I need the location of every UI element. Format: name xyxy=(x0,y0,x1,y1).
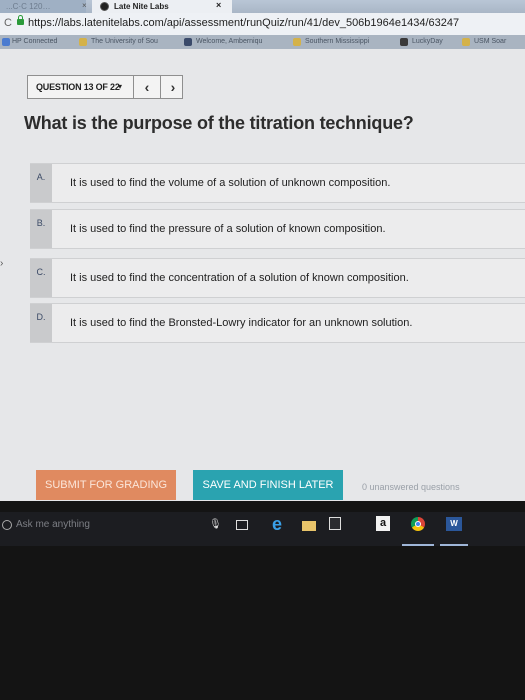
usm-icon xyxy=(293,38,301,46)
lock-icon xyxy=(17,15,24,25)
answer-option-b[interactable]: B. It is used to find the pressure of a … xyxy=(30,209,525,249)
divider xyxy=(160,76,161,98)
question-text: What is the purpose of the titration tec… xyxy=(24,113,414,133)
task-view-icon[interactable] xyxy=(236,520,248,530)
late-nite-labs-favicon-icon xyxy=(100,2,109,11)
close-tab-icon[interactable]: × xyxy=(82,1,87,10)
unanswered-count: 0 unanswered questions xyxy=(362,482,460,492)
microphone-icon[interactable]: 🎙 xyxy=(209,519,222,530)
cortana-icon[interactable] xyxy=(2,520,12,530)
close-tab-icon[interactable]: × xyxy=(216,0,221,10)
save-and-finish-later-button[interactable]: SAVE AND FINISH LATER xyxy=(193,470,343,500)
portal-icon xyxy=(184,38,192,46)
answer-text: It is used to find the Bronsted-Lowry in… xyxy=(70,317,413,329)
soar-icon xyxy=(462,38,470,46)
bookmark-university[interactable]: The University of Sou xyxy=(91,36,158,48)
answer-option-a[interactable]: A. It is used to find the volume of a so… xyxy=(30,163,525,203)
bookmark-luckyday[interactable]: LuckyDay xyxy=(412,36,443,48)
hp-icon xyxy=(2,38,10,46)
answer-option-d[interactable]: D. It is used to find the Bronsted-Lowry… xyxy=(30,303,525,343)
file-explorer-icon[interactable] xyxy=(302,521,316,531)
question-counter-dropdown[interactable]: QUESTION 13 OF 22 xyxy=(36,80,120,94)
answer-letter: D. xyxy=(30,304,52,342)
answer-letter: C. xyxy=(30,259,52,297)
answer-option-c[interactable]: C. It is used to find the concentration … xyxy=(30,258,525,298)
bookmark-welcome[interactable]: Welcome, Amberniqu xyxy=(196,36,262,48)
amazon-icon[interactable]: a xyxy=(376,516,390,531)
edge-browser-icon[interactable]: e xyxy=(272,514,282,534)
reload-icon[interactable]: C xyxy=(4,17,12,29)
word-icon[interactable]: W xyxy=(446,517,462,531)
previous-question-button[interactable]: ‹ xyxy=(138,77,156,97)
divider xyxy=(133,76,134,98)
luckyday-icon xyxy=(400,38,408,46)
taskbar-search-input[interactable]: Ask me anything xyxy=(16,519,90,530)
next-question-button[interactable]: › xyxy=(164,77,182,97)
answer-letter: A. xyxy=(30,164,52,202)
url-field[interactable]: https://labs.latenitelabs.com/api/assess… xyxy=(28,16,459,30)
browser-tab-inactive[interactable]: ...C·C 120… xyxy=(0,0,86,13)
university-icon xyxy=(79,38,87,46)
browser-tab-active[interactable]: Late Nite Labs xyxy=(92,0,232,13)
answer-text: It is used to find the concentration of … xyxy=(70,272,409,284)
word-running-indicator xyxy=(440,544,468,546)
chrome-icon[interactable] xyxy=(411,517,425,531)
bookmark-usm-soar[interactable]: USM Soar xyxy=(474,36,506,48)
chevron-down-icon[interactable]: ▾ xyxy=(118,80,122,94)
bookmark-hp-connected[interactable]: HP Connected xyxy=(12,36,57,48)
submit-for-grading-button[interactable]: SUBMIT FOR GRADING xyxy=(36,470,176,500)
bookmark-southern-mississippi[interactable]: Southern Mississippi xyxy=(305,36,369,48)
chevron-right-icon: › xyxy=(0,258,4,269)
answer-text: It is used to find the pressure of a sol… xyxy=(70,223,386,235)
chrome-running-indicator xyxy=(402,544,434,546)
answer-letter: B. xyxy=(30,210,52,248)
answer-text: It is used to find the volume of a solut… xyxy=(70,177,391,189)
store-icon[interactable] xyxy=(329,517,341,530)
